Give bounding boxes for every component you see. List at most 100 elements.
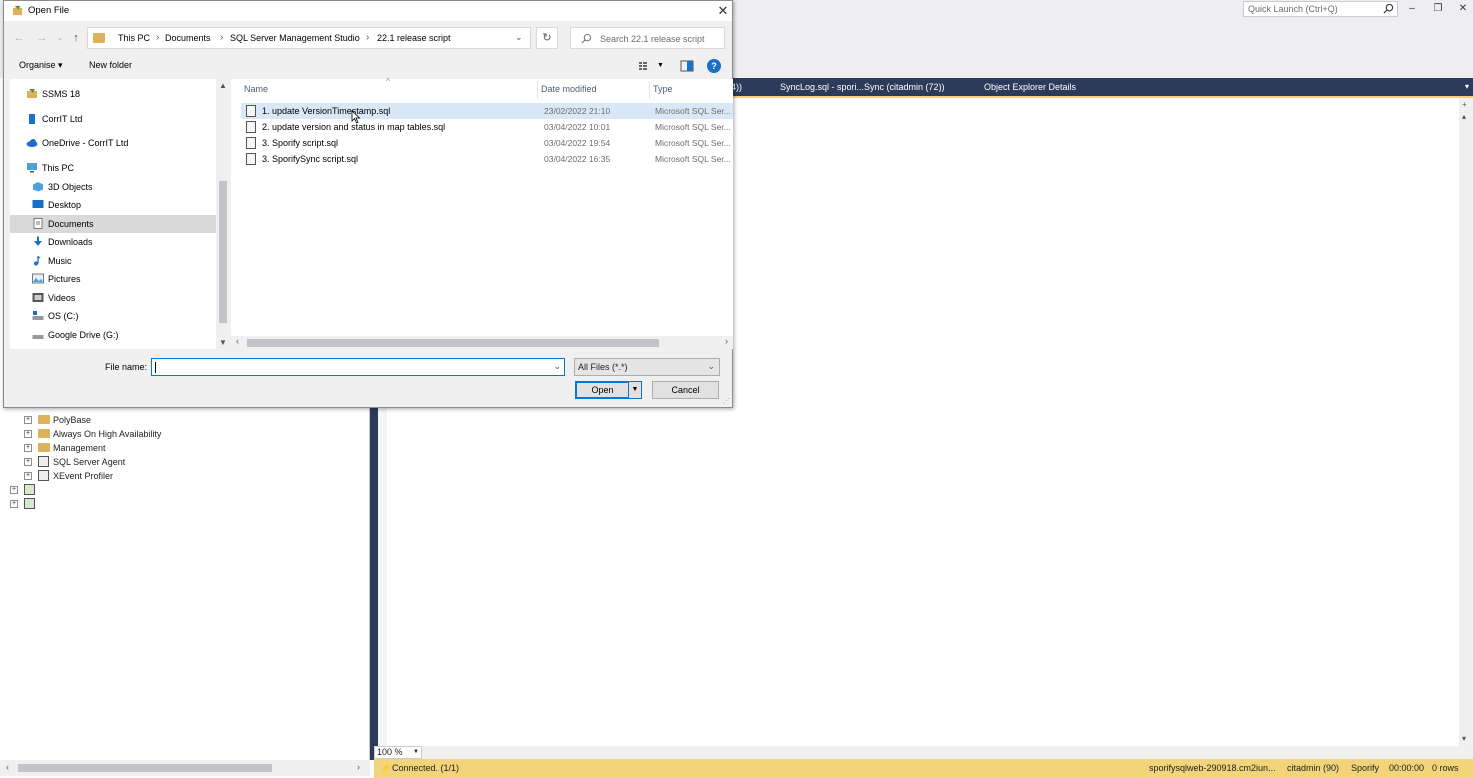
scroll-left-icon[interactable]: ‹ — [6, 762, 9, 772]
status-bar: ⚡ Connected. (1/1) sporifysqlweb-290918.… — [374, 759, 1473, 778]
ssms-icon — [27, 89, 37, 98]
breadcrumb-separator-icon[interactable]: › — [366, 32, 369, 43]
chevron-down-icon[interactable]: ⌄ — [553, 361, 561, 372]
quick-launch-input[interactable]: Quick Launch (Ctrl+Q) — [1243, 1, 1398, 17]
expand-icon[interactable]: + — [10, 500, 18, 508]
breadcrumb-ssms[interactable]: SQL Server Management Studio — [230, 33, 360, 43]
scroll-thumb[interactable] — [219, 181, 227, 323]
expand-icon[interactable]: + — [24, 416, 32, 424]
organise-button[interactable]: Organise ▾ — [19, 60, 63, 71]
scroll-left-icon[interactable]: ‹ — [236, 336, 239, 346]
forward-button[interactable]: → — [35, 31, 49, 45]
file-name-label: File name: — [105, 362, 148, 372]
nav-item-os-c[interactable]: OS (C:) — [10, 307, 219, 325]
panel-splitter[interactable] — [370, 408, 378, 760]
nav-item-ssms18[interactable]: SSMS 18 — [10, 85, 219, 103]
chevron-down-icon[interactable]: ⌄ — [515, 32, 523, 43]
zoom-dropdown[interactable]: 100 % ▼ — [374, 746, 422, 759]
expand-icon[interactable]: + — [24, 472, 32, 480]
tab-list-dropdown-icon[interactable]: ▾ — [1461, 78, 1473, 96]
editor-hscrollbar[interactable] — [374, 746, 1473, 759]
tab-synclog[interactable]: SyncLog.sql - spori...Sync (citadmin (72… — [780, 78, 945, 96]
expand-icon[interactable]: + — [24, 458, 32, 466]
restore-button[interactable]: ❐ — [1430, 2, 1446, 16]
nav-item-music[interactable]: Music — [10, 252, 219, 270]
column-divider[interactable] — [537, 81, 538, 99]
nav-item-corrit[interactable]: CorrIT Ltd — [10, 110, 219, 128]
file-list-hscrollbar[interactable]: ‹ › — [231, 336, 733, 349]
column-header-name[interactable]: Name — [244, 84, 268, 94]
preview-pane-icon[interactable] — [680, 60, 694, 72]
chevron-down-icon[interactable]: ▼ — [657, 62, 664, 69]
file-row[interactable]: 2. update version and status in map tabl… — [241, 119, 733, 135]
recent-locations-button[interactable]: ⌄ — [53, 31, 67, 45]
resize-grip-icon[interactable]: ⋰ — [723, 397, 730, 405]
breadcrumb-separator-icon[interactable]: › — [220, 32, 223, 43]
breadcrumb-documents[interactable]: Documents — [165, 33, 211, 43]
dialog-close-button[interactable]: ✕ — [714, 2, 732, 20]
nav-item-onedrive[interactable]: OneDrive - CorrIT Ltd — [10, 134, 219, 152]
nav-item-desktop[interactable]: Desktop — [10, 196, 219, 214]
nav-item-pictures[interactable]: Pictures — [10, 270, 219, 288]
scroll-down-icon[interactable]: ▼ — [219, 338, 227, 347]
open-options-dropdown-icon[interactable]: ▼ — [629, 382, 641, 398]
column-divider[interactable] — [649, 81, 650, 99]
expand-icon[interactable]: + — [24, 444, 32, 452]
nav-item-this-pc[interactable]: This PC — [10, 159, 219, 177]
breadcrumb-this-pc[interactable]: This PC — [118, 33, 150, 43]
cancel-button[interactable]: Cancel — [652, 381, 719, 399]
dialog-toolbar: Organise ▾ New folder ▼ ? — [4, 57, 732, 77]
address-bar[interactable]: This PC › Documents › SQL Server Managem… — [87, 27, 531, 49]
tab-object-explorer-details[interactable]: Object Explorer Details — [984, 78, 1076, 96]
up-button[interactable]: ↑ — [69, 31, 83, 45]
window-close-button[interactable]: ✕ — [1455, 2, 1471, 16]
minimize-button[interactable]: – — [1404, 2, 1420, 16]
file-row[interactable]: 3. SporifySync script.sql 03/04/2022 16:… — [241, 151, 733, 167]
status-server: sporifysqlweb-290918.cm2iun... — [1149, 763, 1276, 773]
scroll-down-icon[interactable]: ▾ — [1462, 734, 1466, 743]
column-header-date-modified[interactable]: Date modified — [541, 84, 597, 94]
cube-icon — [33, 182, 43, 192]
view-options-icon[interactable] — [638, 60, 652, 72]
object-explorer-hscrollbar[interactable]: ‹ › — [0, 760, 370, 776]
new-folder-button[interactable]: New folder — [89, 60, 132, 70]
breadcrumb-separator-icon[interactable]: › — [156, 32, 159, 43]
nav-item-videos[interactable]: Videos — [10, 289, 219, 307]
help-icon[interactable]: ? — [707, 59, 721, 73]
chevron-down-icon: ▼ — [413, 749, 419, 755]
navigation-pane-scrollbar[interactable]: ▲ ▼ — [216, 79, 230, 349]
column-header-type[interactable]: Type — [653, 84, 673, 94]
nav-item-downloads[interactable]: Downloads — [10, 233, 219, 251]
sql-file-icon — [246, 153, 256, 165]
file-row[interactable]: 3. Sporify script.sql 03/04/2022 19:54 M… — [241, 135, 733, 151]
file-row[interactable]: 1. update VersionTimestamp.sql 23/02/202… — [241, 103, 733, 119]
back-button[interactable]: ← — [12, 31, 26, 45]
status-user: citadmin (90) — [1287, 763, 1340, 773]
scroll-up-icon[interactable]: ▴ — [1462, 112, 1466, 121]
agent-icon — [38, 456, 49, 467]
scroll-right-icon[interactable]: › — [725, 336, 728, 346]
mouse-cursor-icon — [351, 110, 361, 124]
expand-icon[interactable]: + — [24, 430, 32, 438]
nav-item-google-drive[interactable]: Google Drive (G:) — [10, 326, 219, 344]
dialog-title-bar[interactable]: Open File ✕ — [4, 1, 732, 21]
split-icon[interactable]: + — [1462, 100, 1467, 109]
navigation-pane: SSMS 18 CorrIT Ltd OneDrive - CorrIT Ltd… — [10, 79, 220, 349]
refresh-button[interactable]: ↻ — [536, 27, 558, 49]
search-input[interactable]: Search 22.1 release script — [570, 27, 725, 49]
nav-item-3d-objects[interactable]: 3D Objects — [10, 178, 219, 196]
editor-vscrollbar[interactable]: + ▴ ▾ — [1459, 98, 1473, 758]
scroll-thumb[interactable] — [18, 764, 272, 772]
server-icon — [24, 484, 35, 495]
expand-icon[interactable]: + — [10, 486, 18, 494]
file-type-filter-dropdown[interactable]: All Files (*.*) ⌄ — [574, 358, 720, 376]
open-button[interactable]: Open ▼ — [575, 381, 642, 399]
breadcrumb-release-script[interactable]: 22.1 release script — [377, 33, 451, 43]
scroll-up-icon[interactable]: ▲ — [219, 81, 227, 90]
nav-item-documents[interactable]: Documents — [10, 215, 219, 233]
drive-icon — [32, 311, 44, 320]
scroll-thumb[interactable] — [247, 339, 659, 347]
scroll-right-icon[interactable]: › — [357, 762, 360, 772]
file-name-input[interactable]: ⌄ — [151, 358, 565, 376]
open-file-dialog: Open File ✕ ← → ⌄ ↑ This PC › Documents … — [3, 0, 733, 408]
